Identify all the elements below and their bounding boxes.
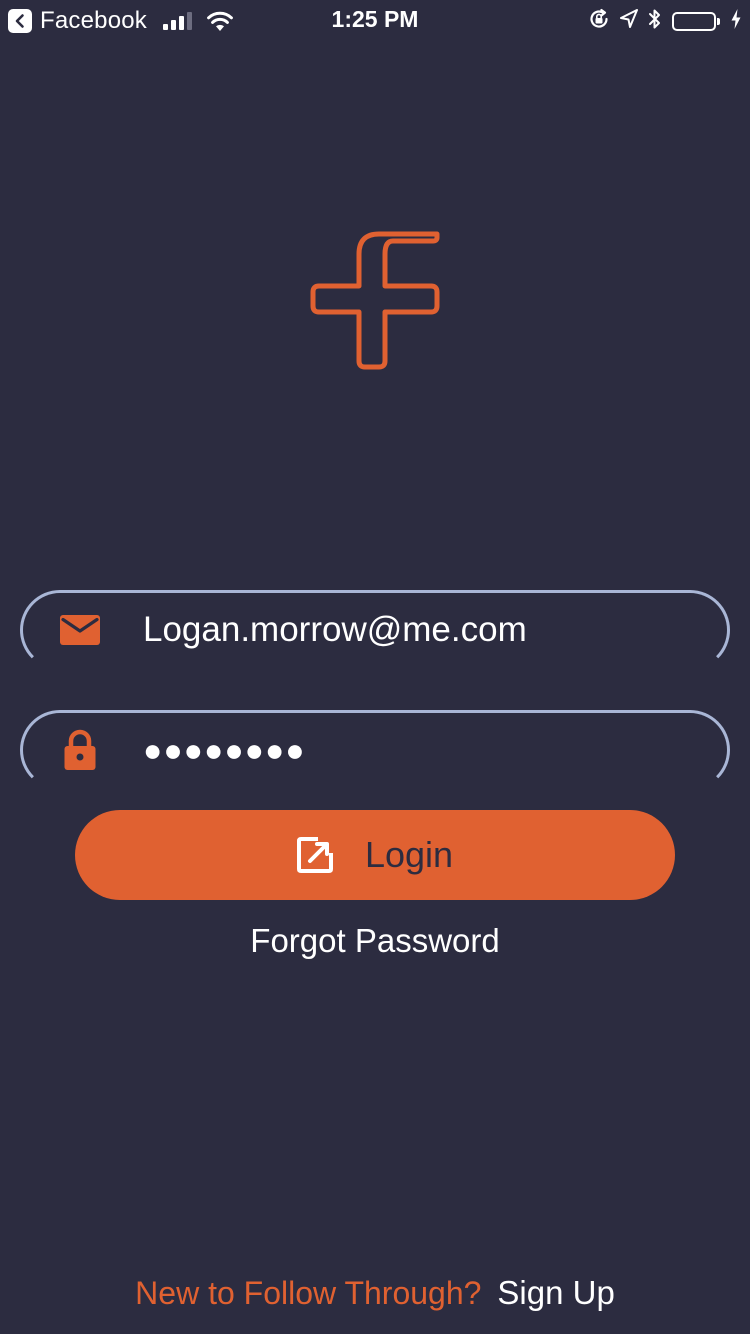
mail-icon xyxy=(58,593,102,667)
status-right xyxy=(588,7,742,35)
wifi-icon xyxy=(206,10,234,32)
follow-through-logo-icon xyxy=(305,225,445,375)
battery-icon xyxy=(672,11,720,31)
back-arrow-icon xyxy=(8,9,32,33)
login-label: Login xyxy=(364,834,454,875)
email-value: Logan.morrow@me.com xyxy=(143,610,527,649)
location-arrow-icon xyxy=(620,8,638,34)
password-field[interactable]: ●●●●●●●● xyxy=(20,710,730,790)
bluetooth-icon xyxy=(648,8,662,35)
orientation-lock-icon xyxy=(588,8,610,35)
login-button[interactable]: Login xyxy=(75,810,675,900)
signup-footer: New to Follow Through? Sign Up xyxy=(0,1274,750,1312)
signup-link[interactable]: Sign Up xyxy=(497,1274,614,1312)
lock-icon xyxy=(58,713,102,787)
back-app-label: Facebook xyxy=(40,7,147,34)
email-field[interactable]: Logan.morrow@me.com xyxy=(20,590,730,670)
charging-bolt-icon xyxy=(730,8,742,35)
signup-prompt: New to Follow Through? xyxy=(135,1275,482,1311)
status-left: Facebook xyxy=(8,7,234,35)
status-bar: Facebook 1:25 PM xyxy=(0,0,750,40)
external-link-icon xyxy=(296,836,335,874)
cellular-signal-icon xyxy=(163,12,192,30)
password-value: ●●●●●●●● xyxy=(143,731,306,768)
forgot-password-row: Forgot Password xyxy=(0,922,750,960)
back-to-app-button[interactable]: Facebook xyxy=(8,7,147,35)
forgot-password-link[interactable]: Forgot Password xyxy=(250,922,499,959)
